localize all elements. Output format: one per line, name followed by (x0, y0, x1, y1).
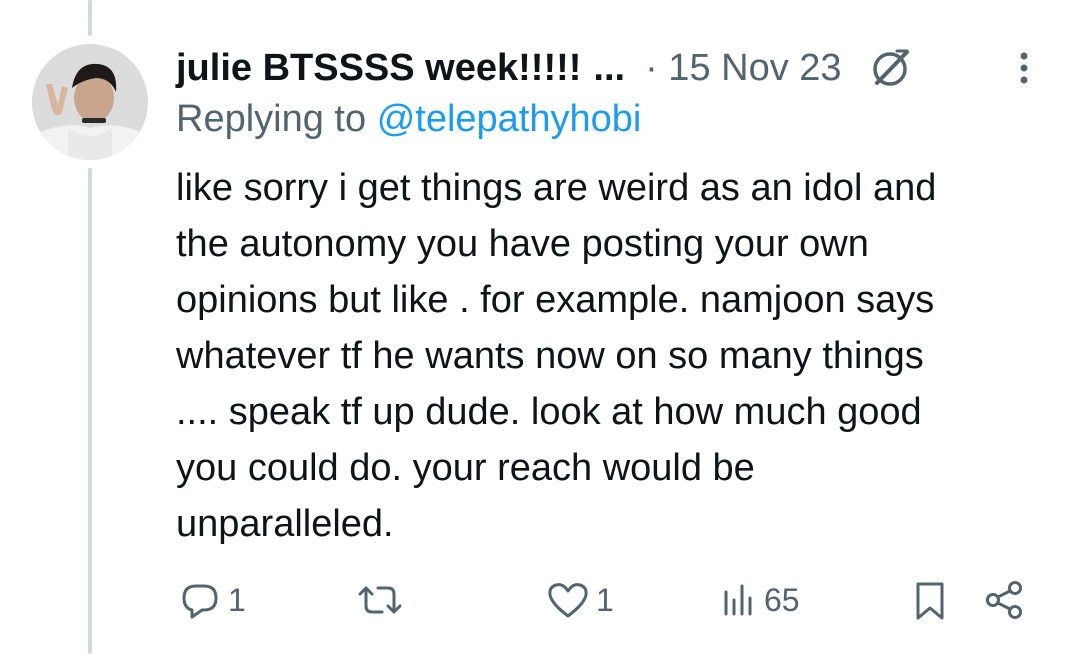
retweet-button[interactable] (354, 574, 410, 626)
avatar[interactable] (32, 44, 148, 160)
reply-count: 1 (228, 581, 246, 618)
share-icon (980, 576, 1028, 624)
thread-line-bottom (88, 168, 92, 654)
tweet-text-line: you could do. your reach would be (176, 447, 755, 489)
bookmark-button[interactable] (906, 574, 954, 626)
replying-handle-link[interactable]: @telepathyhobi (377, 98, 642, 140)
action-bar: 1 1 65 (176, 574, 1056, 626)
share-button[interactable] (980, 574, 1028, 626)
more-vertical-icon[interactable] (1010, 48, 1038, 88)
tweet-text-line: unparalleled. (176, 503, 394, 545)
tweet[interactable]: julie BTSSSS week!!!!! ... · 15 Nov 23 R… (0, 0, 1080, 654)
reply-button[interactable]: 1 (176, 574, 246, 626)
replying-to: Replying to @telepathyhobi (176, 98, 641, 141)
like-count: 1 (596, 581, 614, 618)
views-button[interactable]: 65 (720, 574, 800, 626)
heart-icon (544, 576, 592, 624)
grok-icon[interactable] (866, 44, 914, 92)
views-count: 65 (764, 581, 800, 618)
replying-prefix: Replying to (176, 98, 367, 140)
retweet-icon (354, 576, 406, 624)
thread-line-top (88, 0, 92, 36)
display-name[interactable]: julie BTSSSS week!!!!! (176, 47, 581, 90)
tweet-text-line: whatever tf he wants now on so many thin… (176, 335, 924, 377)
like-button[interactable]: 1 (544, 574, 614, 626)
bookmark-icon (906, 576, 954, 624)
name-truncation: ... (593, 46, 626, 89)
views-icon (720, 576, 760, 624)
tweet-text-line: the autonomy you have posting your own (176, 223, 869, 265)
tweet-header: julie BTSSSS week!!!!! ... · 15 Nov 23 (176, 40, 1056, 96)
tweet-date[interactable]: · 15 Nov 23 (645, 47, 841, 90)
tweet-text-line: .... speak tf up dude. look at how much … (176, 391, 922, 433)
tweet-text-line: like sorry i get things are weird as an … (176, 167, 937, 209)
tweet-text: like sorry i get things are weird as an … (176, 160, 1056, 552)
tweet-text-line: opinions but like . for example. namjoon… (176, 279, 935, 321)
reply-icon (176, 576, 224, 624)
